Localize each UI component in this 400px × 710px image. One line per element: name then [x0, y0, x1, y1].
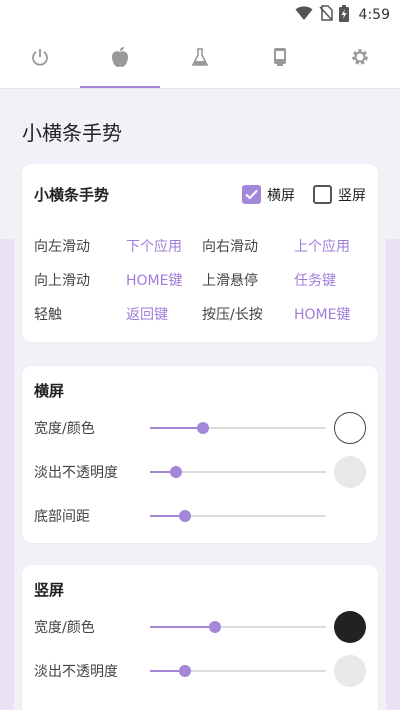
- width-slider[interactable]: [150, 420, 326, 436]
- tab-settings[interactable]: [320, 30, 400, 88]
- no-sim-icon: [318, 5, 333, 25]
- gesture-action-link[interactable]: 任务键: [294, 273, 374, 289]
- gesture-label: 向左滑动: [34, 239, 90, 255]
- gesture-action-link[interactable]: 下个应用: [126, 239, 202, 255]
- portrait-width-color-row: 宽度/颜色: [34, 611, 368, 643]
- checkbox-unchecked-icon: [313, 185, 332, 204]
- landscape-card: 横屏 宽度/颜色 淡出不透明度 底部间距: [22, 366, 378, 543]
- landscape-opacity-row: 淡出不透明度: [34, 456, 368, 488]
- landscape-width-color-row: 宽度/颜色: [34, 412, 368, 444]
- landscape-checkbox[interactable]: 横屏: [242, 185, 295, 205]
- checkbox-checked-icon: [242, 185, 261, 204]
- slider-thumb[interactable]: [209, 621, 222, 633]
- slider-thumb[interactable]: [179, 510, 192, 522]
- setting-label: 宽度/颜色: [34, 620, 95, 636]
- gesture-label: 向右滑动: [202, 239, 258, 255]
- portrait-section-title: 竖屏: [34, 581, 65, 599]
- gesture-action-link[interactable]: 返回键: [126, 307, 202, 323]
- slider-thumb[interactable]: [170, 466, 183, 478]
- width-slider[interactable]: [150, 619, 326, 635]
- gesture-label: 向上滑动: [34, 273, 90, 289]
- main-content: 小横条手势 小横条手势 横屏 竖屏 向左滑动 下个应用 向右滑动 上个应用 向上…: [0, 88, 400, 710]
- portrait-checkbox[interactable]: 竖屏: [313, 185, 366, 205]
- landscape-checkbox-label: 横屏: [267, 187, 295, 204]
- color-swatch[interactable]: [334, 412, 366, 444]
- status-time: 4:59: [358, 7, 390, 23]
- setting-label: 淡出不透明度: [34, 465, 118, 481]
- opacity-slider[interactable]: [150, 464, 326, 480]
- tab-flask[interactable]: [160, 30, 240, 88]
- gesture-label: 按压/长按: [202, 307, 263, 323]
- battery-charging-icon: [338, 4, 349, 26]
- slider-thumb[interactable]: [196, 422, 209, 434]
- power-icon: [30, 47, 50, 71]
- tab-phone[interactable]: [240, 30, 320, 88]
- apple-icon: [110, 46, 130, 72]
- slider-thumb[interactable]: [179, 665, 192, 677]
- wifi-icon: [295, 5, 313, 25]
- setting-label: 底部间距: [34, 509, 90, 525]
- tab-bar: [0, 30, 400, 88]
- portrait-checkbox-label: 竖屏: [338, 187, 366, 204]
- status-bar: 4:59: [0, 0, 400, 30]
- gear-icon: [350, 47, 370, 71]
- setting-label: 宽度/颜色: [34, 421, 95, 437]
- portrait-card: 竖屏 宽度/颜色 淡出不透明度: [22, 565, 378, 710]
- landscape-section-title: 横屏: [34, 382, 65, 400]
- tab-apple[interactable]: [80, 30, 160, 88]
- phone-icon: [272, 47, 288, 71]
- gesture-action-link[interactable]: HOME键: [126, 273, 202, 289]
- gesture-label: 上滑悬停: [202, 273, 258, 289]
- landscape-bottom-margin-row: 底部间距: [34, 501, 368, 531]
- bottom-margin-slider[interactable]: [150, 508, 326, 524]
- color-swatch[interactable]: [334, 655, 366, 687]
- tab-power[interactable]: [0, 30, 80, 88]
- gesture-card-title: 小横条手势: [34, 186, 110, 204]
- gesture-action-link[interactable]: HOME键: [294, 307, 374, 323]
- portrait-opacity-row: 淡出不透明度: [34, 655, 368, 687]
- page-title: 小横条手势: [22, 121, 122, 145]
- setting-label: 淡出不透明度: [34, 664, 118, 680]
- gesture-grid: 向左滑动 下个应用 向右滑动 上个应用 向上滑动 HOME键 上滑悬停 任务键 …: [34, 239, 368, 323]
- opacity-slider[interactable]: [150, 663, 326, 679]
- color-swatch[interactable]: [334, 611, 366, 643]
- gesture-card: 小横条手势 横屏 竖屏 向左滑动 下个应用 向右滑动 上个应用 向上滑动 HOM…: [22, 164, 378, 342]
- gesture-label: 轻触: [34, 307, 62, 323]
- color-swatch[interactable]: [334, 456, 366, 488]
- gesture-action-link[interactable]: 上个应用: [294, 239, 374, 255]
- flask-icon: [190, 47, 210, 71]
